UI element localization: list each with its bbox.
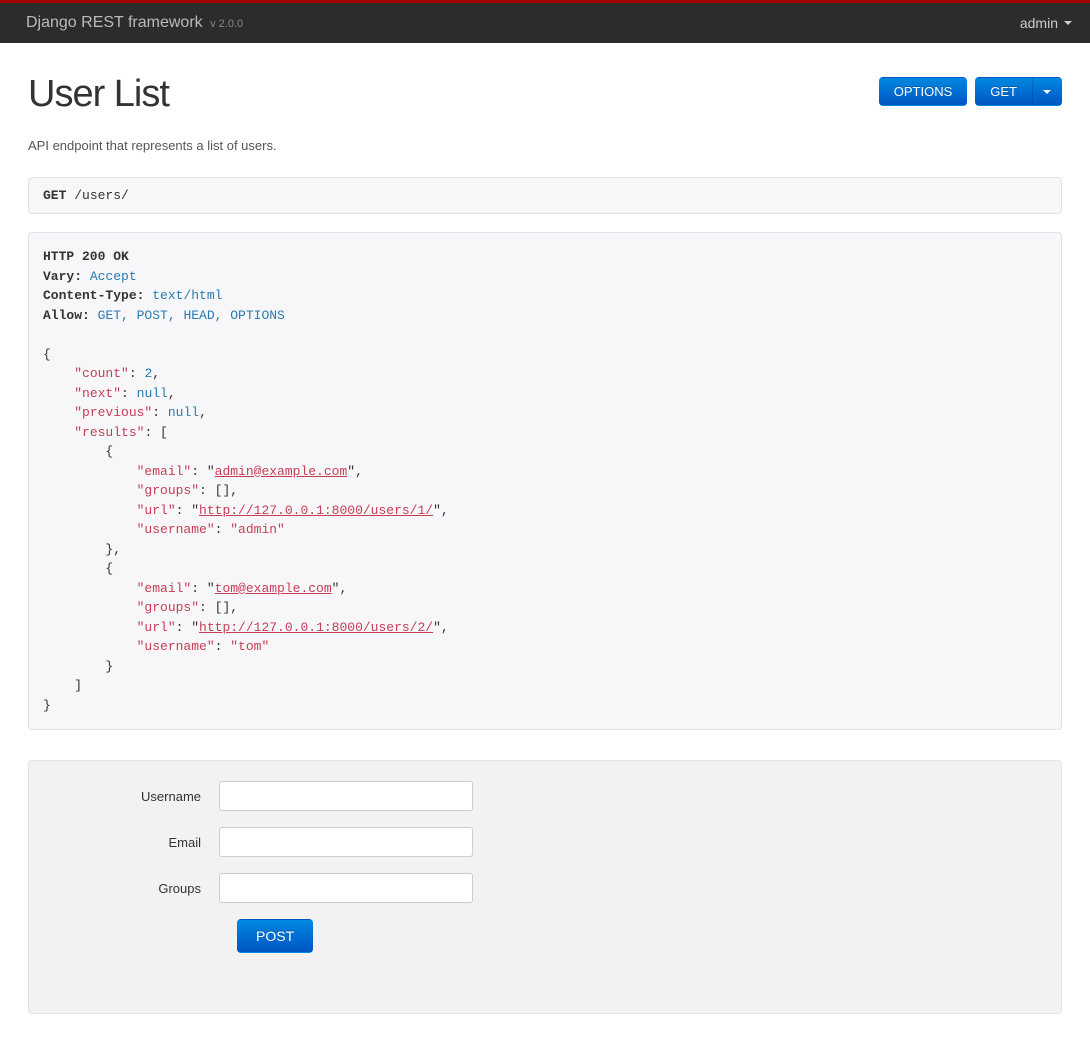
email-label: Email (49, 835, 219, 850)
get-button[interactable]: GET (975, 77, 1032, 106)
page-title: User List (28, 73, 169, 116)
caret-down-icon (1043, 90, 1051, 94)
request-path: /users/ (74, 188, 129, 203)
u0-username-val: "admin" (230, 522, 285, 537)
brand-name: Django REST framework (26, 14, 203, 31)
prev-key: "previous" (74, 405, 152, 420)
u1-groups-key: "groups" (137, 600, 199, 615)
response-box: HTTP 200 OK Vary: Accept Content-Type: t… (28, 232, 1062, 730)
action-buttons: OPTIONS GET (879, 77, 1062, 106)
u1-url-key: "url" (137, 620, 176, 635)
request-method: GET (43, 188, 66, 203)
form-row-username: Username (49, 781, 1041, 811)
main-container: User List OPTIONS GET API endpoint that … (0, 43, 1090, 1044)
status-line: HTTP 200 OK (43, 249, 129, 264)
prev-val: null (168, 405, 199, 420)
u1-username-val: "tom" (230, 639, 269, 654)
groups-label: Groups (49, 881, 219, 896)
vary-label: Vary: (43, 269, 82, 284)
brand[interactable]: Django REST framework v 2.0.0 (26, 14, 243, 32)
results-key: "results" (74, 425, 144, 440)
next-key: "next" (74, 386, 121, 401)
ct-label: Content-Type: (43, 288, 144, 303)
post-form: Username Email Groups POST (28, 760, 1062, 1014)
u0-email-key: "email" (137, 464, 192, 479)
u0-groups-key: "groups" (137, 483, 199, 498)
options-button[interactable]: OPTIONS (879, 77, 968, 106)
endpoint-description: API endpoint that represents a list of u… (28, 138, 1062, 153)
response-pre: HTTP 200 OK Vary: Accept Content-Type: t… (43, 247, 1047, 715)
caret-down-icon (1064, 21, 1072, 25)
u0-groups-val: [] (215, 483, 231, 498)
u1-url-link[interactable]: http://127.0.0.1:8000/users/2/ (199, 620, 433, 635)
user-name: admin (1020, 15, 1058, 31)
groups-input[interactable] (219, 873, 473, 903)
allow-value: GET, POST, HEAD, OPTIONS (98, 308, 285, 323)
username-label: Username (49, 789, 219, 804)
u0-url-link[interactable]: http://127.0.0.1:8000/users/1/ (199, 503, 433, 518)
title-row: User List OPTIONS GET (28, 73, 1062, 116)
request-box: GET /users/ (28, 177, 1062, 214)
post-button[interactable]: POST (237, 919, 313, 953)
user-menu[interactable]: admin (1020, 15, 1072, 31)
username-input[interactable] (219, 781, 473, 811)
ct-value: text/html (152, 288, 222, 303)
u0-url-key: "url" (137, 503, 176, 518)
brand-version: v 2.0.0 (210, 18, 243, 30)
form-row-groups: Groups (49, 873, 1041, 903)
u1-username-key: "username" (137, 639, 215, 654)
vary-value: Accept (90, 269, 137, 284)
u0-email-link[interactable]: admin@example.com (215, 464, 348, 479)
u0-username-key: "username" (137, 522, 215, 537)
get-dropdown-toggle[interactable] (1032, 77, 1062, 106)
form-actions: POST (237, 919, 1041, 953)
next-val: null (137, 386, 168, 401)
count-key: "count" (74, 366, 129, 381)
email-input[interactable] (219, 827, 473, 857)
get-button-group: GET (975, 77, 1062, 106)
form-row-email: Email (49, 827, 1041, 857)
navbar: Django REST framework v 2.0.0 admin (0, 3, 1090, 43)
u1-email-key: "email" (137, 581, 192, 596)
u1-groups-val: [] (215, 600, 231, 615)
u1-email-link[interactable]: tom@example.com (215, 581, 332, 596)
allow-label: Allow: (43, 308, 90, 323)
